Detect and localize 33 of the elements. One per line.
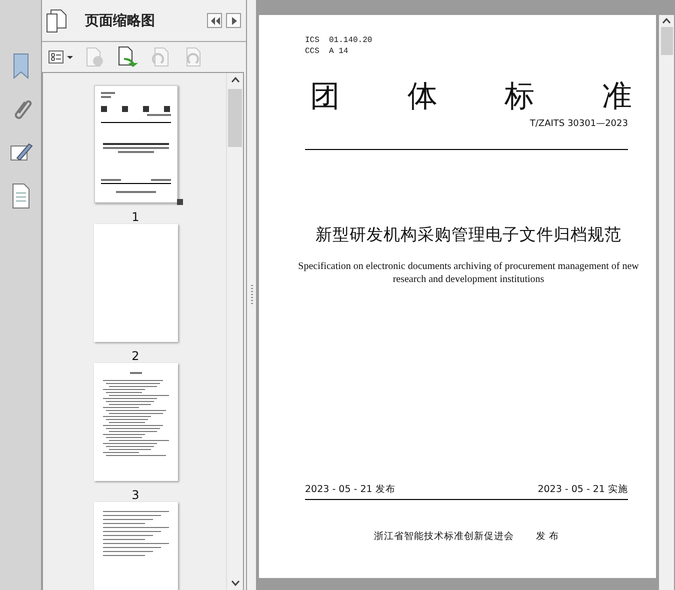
page-number: 1	[132, 210, 140, 224]
splitter-handle[interactable]	[250, 285, 252, 305]
document-heading: 团 体 标 准	[310, 79, 632, 115]
panel-title: 页面缩略图	[85, 12, 156, 30]
expand-button[interactable]	[226, 13, 241, 28]
scroll-down-icon[interactable]	[230, 580, 240, 586]
scroll-up-icon[interactable]	[230, 77, 240, 83]
options-icon[interactable]	[48, 49, 74, 65]
publisher: 浙江省智能技术标准创新促进会	[374, 530, 514, 543]
ics-code: ICS 01.140.20	[305, 35, 374, 46]
page-scrollbar[interactable]	[659, 15, 674, 590]
pages-icon[interactable]	[45, 8, 69, 34]
collapse-button[interactable]	[207, 13, 222, 28]
effective-date: 2023 - 05 - 21 实施	[538, 483, 628, 496]
page-thumbnail[interactable]	[94, 363, 178, 481]
scroll-thumb[interactable]	[660, 27, 672, 55]
english-title: Specification on electronic documents archiving of procurement management of new research and development institutions	[297, 260, 640, 286]
ccs-code: CCS A 14	[305, 46, 350, 57]
page-number: 2	[132, 349, 140, 363]
double-left-arrow-icon	[210, 16, 220, 24]
issue-date: 2023 - 05 - 21 发布	[305, 483, 396, 496]
publish-label: 发 布	[536, 530, 560, 543]
page-thumbnail[interactable]	[94, 502, 178, 590]
insert-page-icon[interactable]	[116, 46, 140, 68]
scroll-thumb[interactable]	[228, 89, 242, 147]
page-thumbnail[interactable]	[94, 224, 178, 342]
document-title: 新型研发机构采购管理电子文件归档规范	[314, 224, 622, 246]
right-arrow-icon	[230, 16, 238, 24]
scrollbar[interactable]	[226, 73, 243, 590]
page-number: 3	[132, 488, 140, 502]
scroll-up-icon[interactable]	[662, 18, 671, 24]
standard-number: T/ZAITS 30301—2023	[530, 119, 628, 129]
document-icon[interactable]	[10, 182, 32, 210]
